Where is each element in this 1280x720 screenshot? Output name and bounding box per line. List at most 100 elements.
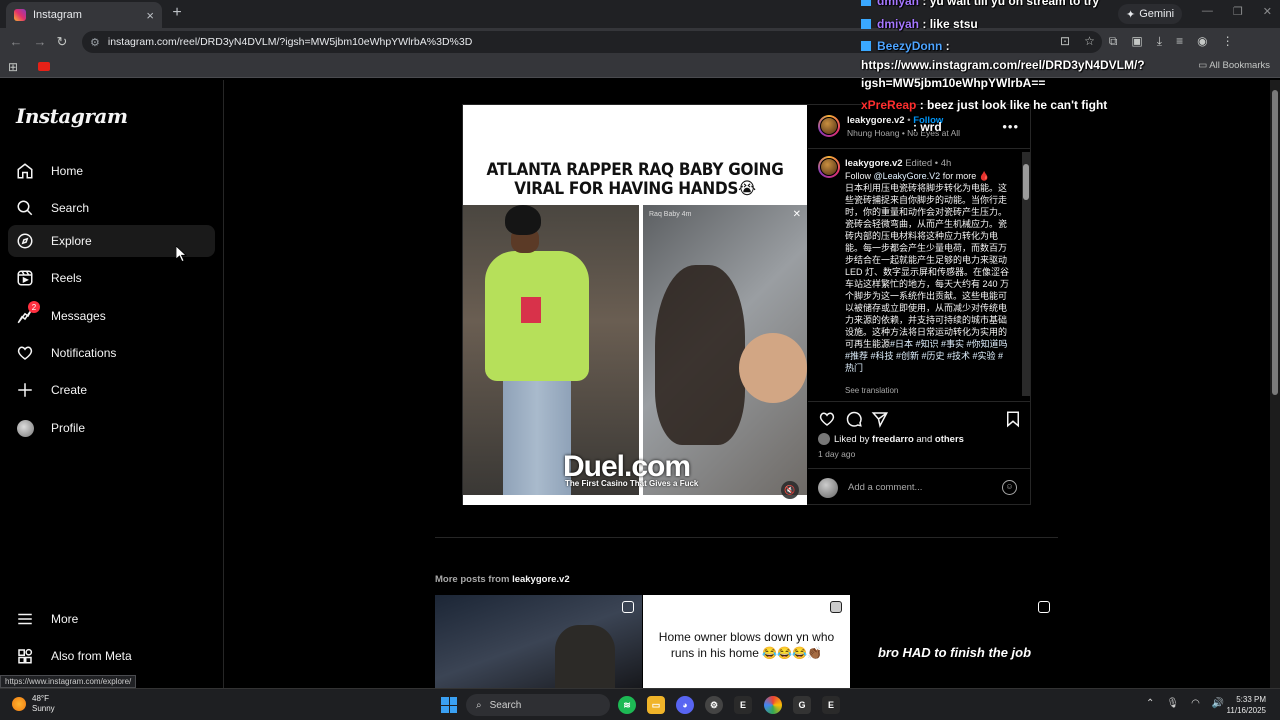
- avatar: [16, 419, 34, 437]
- back-icon[interactable]: ←: [8, 34, 24, 49]
- liked-by-and: and: [913, 433, 935, 445]
- liked-by-others[interactable]: others: [935, 434, 964, 445]
- apps-grid-icon[interactable]: ⊞: [8, 60, 18, 74]
- sidebar-item-home[interactable]: Home: [8, 155, 215, 187]
- close-window-icon[interactable]: ✕: [1263, 5, 1272, 18]
- more-posts-user[interactable]: leakygore.v2: [512, 574, 570, 585]
- caption-author[interactable]: leakygore.v2: [845, 158, 903, 169]
- profile-icon[interactable]: ◉: [1197, 34, 1207, 49]
- like-heart-icon[interactable]: [818, 410, 836, 428]
- caption-scrollbar[interactable]: [1022, 152, 1030, 396]
- wifi-icon[interactable]: ◠: [1191, 698, 1200, 709]
- more-post-thumbnail[interactable]: Home owner blows down yn who runs in his…: [643, 595, 850, 688]
- all-bookmarks-button[interactable]: ▭ All Bookmarks: [1198, 60, 1270, 71]
- page-scrollbar[interactable]: [1270, 80, 1280, 688]
- sidebar-item-profile[interactable]: Profile: [8, 412, 215, 444]
- sidebar-item-also-from-meta[interactable]: Also from Meta: [8, 640, 215, 672]
- extensions-icon[interactable]: ⧉: [1109, 34, 1118, 49]
- app-icon[interactable]: G: [793, 696, 811, 714]
- chat-text: like stsu: [929, 17, 978, 31]
- clock-time: 5:33 PM: [1236, 695, 1266, 704]
- reel-icon: [622, 601, 634, 613]
- sidebar-item-search[interactable]: Search: [8, 192, 215, 224]
- weather-temp: 48°F: [32, 694, 49, 703]
- minimize-icon[interactable]: —: [1202, 5, 1213, 18]
- comment-input[interactable]: Add a comment...: [848, 482, 922, 493]
- sidebar-item-notifications[interactable]: Notifications: [8, 337, 215, 369]
- youtube-bookmark-icon[interactable]: [38, 62, 50, 71]
- file-explorer-icon[interactable]: ▭: [647, 696, 665, 714]
- microphone-icon[interactable]: 🎙: [1166, 698, 1179, 709]
- emoji-icon[interactable]: ☺: [1002, 480, 1017, 495]
- spotify-icon[interactable]: ≋: [618, 696, 636, 714]
- volume-icon[interactable]: 🔊: [1212, 698, 1224, 709]
- sidebar-item-label: Profile: [51, 421, 86, 435]
- liked-by-user[interactable]: freedarro: [872, 434, 914, 445]
- taskbar-clock[interactable]: 5:33 PM 11/16/2025: [1224, 694, 1266, 716]
- see-translation-link[interactable]: See translation: [845, 386, 898, 395]
- instagram-favicon-icon: [14, 9, 26, 21]
- comment-icon[interactable]: [845, 410, 863, 428]
- caption-area: leakygore.v2 Edited • 4h Follow @LeakyGo…: [808, 150, 1031, 400]
- downloads-icon[interactable]: ⤓: [1157, 34, 1162, 49]
- steam-icon[interactable]: ⚙: [705, 696, 723, 714]
- bookmark-star-icon[interactable]: ☆: [1084, 34, 1095, 49]
- menu-icon[interactable]: ⋮: [1222, 34, 1234, 49]
- sidepanel-icon[interactable]: ▣: [1131, 34, 1142, 49]
- forward-icon[interactable]: →: [32, 34, 48, 49]
- caption-mention-link[interactable]: @LeakyGore.V2: [874, 171, 941, 181]
- more-post-thumbnail[interactable]: bro HAD to finish the job: [851, 595, 1058, 688]
- epic-games-icon[interactable]: E: [734, 696, 752, 714]
- tab-instagram[interactable]: Instagram ×: [6, 2, 162, 28]
- taskbar-search[interactable]: ⌕ Search: [466, 694, 610, 716]
- site-info-icon[interactable]: ⚙: [90, 36, 100, 49]
- maximize-icon[interactable]: ❐: [1233, 5, 1243, 18]
- chat-separator: :: [919, 17, 930, 31]
- window-controls: — ❐ ✕: [1202, 5, 1272, 18]
- install-app-icon[interactable]: ⊡: [1060, 34, 1070, 49]
- reload-icon[interactable]: ↻: [54, 34, 70, 50]
- video-headline: ATLANTA RAPPER RAQ BABY GOING VIRAL FOR …: [486, 160, 784, 199]
- discord-icon[interactable]: ◕: [676, 696, 694, 714]
- new-tab-button[interactable]: +: [168, 4, 186, 22]
- sidebar-item-label: Also from Meta: [51, 649, 132, 663]
- caption-header: leakygore.v2 Edited • 4h: [845, 158, 951, 169]
- search-icon: ⌕: [476, 699, 482, 711]
- instagram-logo[interactable]: Instagram: [16, 104, 128, 128]
- media-icon[interactable]: ≡: [1176, 34, 1183, 49]
- epic-games-icon[interactable]: E: [822, 696, 840, 714]
- sidebar-item-more[interactable]: More: [8, 603, 215, 635]
- gemini-button[interactable]: ✦ Gemini: [1118, 4, 1183, 24]
- mute-icon[interactable]: 🔇: [781, 481, 799, 499]
- sidebar-item-create[interactable]: Create: [8, 374, 215, 406]
- reel-icon: [1038, 601, 1050, 613]
- save-bookmark-icon[interactable]: [1004, 410, 1022, 428]
- compass-icon: [16, 232, 34, 250]
- comment-composer: Add a comment... ☺: [808, 468, 1031, 506]
- caption-avatar[interactable]: [818, 156, 840, 178]
- status-bar-url: https://www.instagram.com/explore/: [0, 675, 137, 688]
- share-icon[interactable]: [871, 410, 889, 428]
- sidebar-item-reels[interactable]: Reels: [8, 262, 215, 294]
- chat-text: : wrd: [913, 120, 942, 134]
- caption-text: Follow @LeakyGore.V2 for more 🩸 日本利用压电瓷砖将…: [845, 170, 1011, 374]
- windows-start-icon[interactable]: [441, 697, 457, 713]
- reel-video[interactable]: ATLANTA RAPPER RAQ BABY GOING VIRAL FOR …: [463, 105, 807, 505]
- post-author[interactable]: leakygore.v2: [847, 115, 905, 126]
- chevron-up-icon[interactable]: ⌃: [1146, 698, 1154, 709]
- tab-close-button[interactable]: ×: [146, 8, 154, 23]
- more-post-thumbnail[interactable]: [435, 595, 642, 688]
- clock-date: 11/16/2025: [1226, 706, 1266, 715]
- chrome-icon[interactable]: [764, 696, 782, 714]
- messages-badge: 2: [28, 301, 40, 313]
- more-posts-prefix: More posts from: [435, 574, 513, 585]
- reels-icon: [16, 269, 34, 287]
- chat-separator: :: [942, 39, 950, 53]
- author-avatar[interactable]: [818, 115, 840, 137]
- more-options-icon[interactable]: •••: [1002, 119, 1019, 134]
- chat-text: igsh=MW5jbm10eWhpYWlrbA==: [861, 76, 1046, 90]
- sidebar-item-messages[interactable]: 2 Messages: [8, 300, 215, 332]
- weather-widget[interactable]: 48°F Sunny: [12, 694, 55, 714]
- watermark-subtitle: The First Casino That Gives a Fuck: [565, 479, 699, 488]
- audio-track[interactable]: Nhung Hoang • No Eyes at All: [847, 128, 960, 138]
